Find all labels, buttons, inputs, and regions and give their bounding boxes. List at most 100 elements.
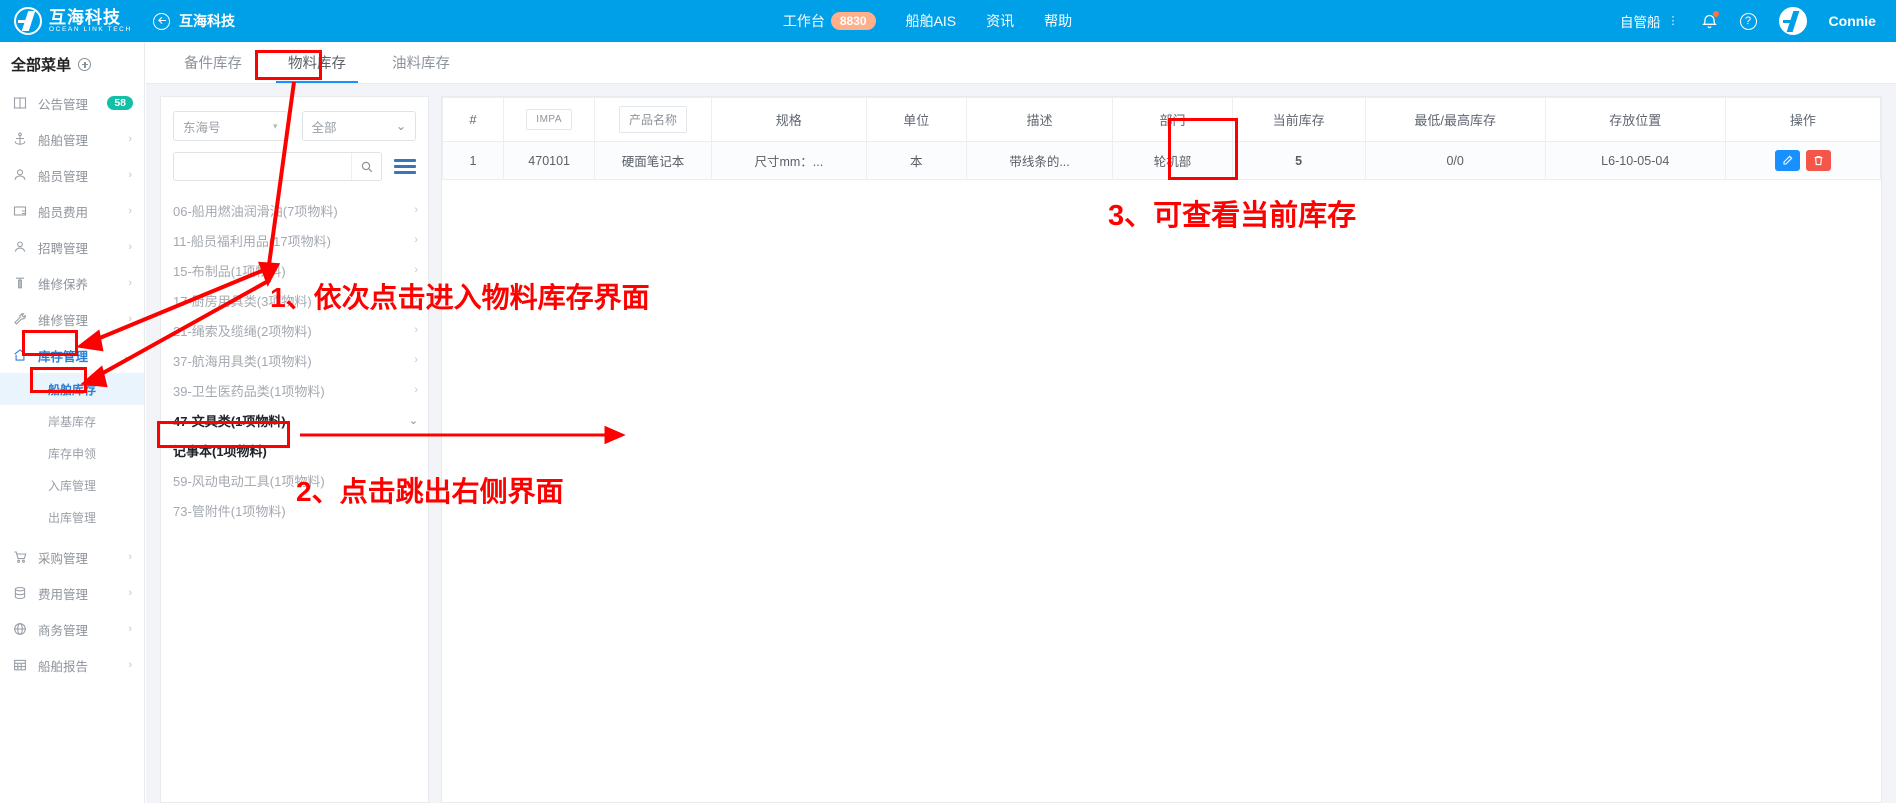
- top-nav-item-ais[interactable]: 船舶AIS: [906, 11, 957, 31]
- chevron-right-icon: ›: [414, 324, 418, 336]
- sidebar-item-shore-inventory[interactable]: 岸基库存: [0, 405, 144, 437]
- chevron-right-icon: ›: [128, 313, 132, 325]
- sidebar-item-repair[interactable]: 维修管理 ›: [0, 301, 144, 337]
- fleet-selector-label: 自管船: [1620, 15, 1661, 30]
- category-row[interactable]: 73-管附件(1项物料): [161, 495, 428, 525]
- username-label: Connie: [1828, 13, 1876, 29]
- sidebar-item-inventory[interactable]: 库存管理 ⌄: [0, 337, 144, 373]
- add-menu-icon[interactable]: [78, 58, 92, 71]
- chevron-down-icon: ⌄: [395, 119, 406, 133]
- vessel-select[interactable]: 东海号 ▾: [173, 111, 288, 141]
- vessel-select-value: 东海号: [183, 120, 221, 135]
- cell-description: 带线条的...: [965, 141, 1114, 180]
- category-row[interactable]: 15-布制品(1项物料) ›: [161, 255, 428, 285]
- sidebar-item-outbound[interactable]: 出库管理: [0, 501, 144, 533]
- fleet-selector[interactable]: 自管船 ⋮: [1620, 11, 1679, 31]
- sidebar-item-crew[interactable]: 船员管理 ›: [0, 157, 144, 193]
- column-header-actions: 操作: [1724, 97, 1882, 142]
- category-row[interactable]: 11-船员福利用品(17项物料) ›: [161, 225, 428, 255]
- column-header-spec: 规格: [710, 97, 867, 142]
- chevron-right-icon: ›: [414, 234, 418, 246]
- top-nav-item-news[interactable]: 资讯: [986, 11, 1014, 31]
- sidebar-title: 全部菜单: [0, 42, 144, 85]
- announcement-badge: 58: [107, 96, 133, 110]
- back-arrow-icon[interactable]: [153, 12, 170, 30]
- tab-spare-parts-inventory[interactable]: 备件库存: [172, 52, 254, 83]
- chevron-down-icon: ▾: [272, 120, 278, 131]
- category-row[interactable]: 21-绳索及缆绳(2项物料) ›: [161, 315, 428, 345]
- category-label: 59-风动电动工具(1项物料): [173, 473, 325, 489]
- sidebar-item-purchase[interactable]: 采购管理 ›: [0, 539, 144, 575]
- submenu-label: 出库管理: [47, 510, 96, 525]
- column-header-department: 部门: [1112, 97, 1233, 142]
- category-row[interactable]: 59-风动电动工具(1项物料): [161, 465, 428, 495]
- column-header-product-name-label[interactable]: 产品名称: [619, 106, 688, 133]
- sidebar-item-vessel-inventory[interactable]: 船舶库存: [0, 373, 144, 405]
- department-select[interactable]: 全部 ⌄: [301, 111, 416, 141]
- sidebar-item-crew-cost[interactable]: 船员费用 ›: [0, 193, 144, 229]
- sidebar-item-label: 船舶报告: [38, 659, 89, 674]
- top-nav-item-help[interactable]: 帮助: [1044, 11, 1072, 31]
- column-header-impa-label[interactable]: IMPA: [526, 109, 573, 130]
- category-row-child-selected[interactable]: 记事本(1项物料): [161, 435, 428, 465]
- category-label: 39-卫生医药品类(1项物料): [173, 383, 325, 399]
- sidebar-item-vessel[interactable]: 船舶管理 ›: [0, 121, 144, 157]
- cell-current-stock[interactable]: 5: [1231, 141, 1366, 180]
- tab-fuel-inventory[interactable]: 油料库存: [380, 52, 462, 83]
- sidebar-item-label: 库存管理: [38, 349, 89, 364]
- category-label: 15-布制品(1项物料): [173, 263, 286, 279]
- sidebar-item-inventory-request[interactable]: 库存申领: [0, 437, 144, 469]
- sidebar-item-business[interactable]: 商务管理 ›: [0, 611, 144, 647]
- search-button[interactable]: [351, 153, 381, 180]
- sidebar-item-inbound[interactable]: 入库管理: [0, 469, 144, 501]
- top-bar: 互海科技 OCEAN LINK TECH 互海科技 工作台 8830 船舶AIS…: [0, 0, 1896, 42]
- chevron-right-icon: ›: [128, 551, 132, 563]
- category-label: 17-厨房用具类(3项物料): [173, 293, 312, 309]
- help-circle-icon[interactable]: ?: [1739, 12, 1757, 30]
- cart-icon: [12, 550, 27, 565]
- category-row[interactable]: 39-卫生医药品类(1项物料) ›: [161, 375, 428, 405]
- category-label: 37-航海用具类(1项物料): [173, 353, 312, 369]
- sidebar-item-label: 商务管理: [38, 623, 89, 638]
- category-row[interactable]: 37-航海用具类(1项物料) ›: [161, 345, 428, 375]
- brand-text: 互海科技 OCEAN LINK TECH: [49, 8, 132, 34]
- search-input[interactable]: [174, 153, 351, 180]
- chevron-right-icon: ›: [128, 277, 132, 289]
- recruit-icon: [12, 240, 27, 255]
- search-row: [161, 141, 428, 181]
- sidebar-item-label: 维修保养: [38, 277, 89, 292]
- cell-unit: 本: [865, 141, 967, 180]
- tab-material-inventory[interactable]: 物料库存: [276, 52, 358, 83]
- sidebar-item-label: 公告管理: [38, 97, 89, 112]
- column-header-unit: 单位: [865, 97, 967, 142]
- inventory-table-panel: # IMPA 产品名称 规格 单位 描述 部门 当前库存 最低/最高库存 存放位…: [441, 96, 1882, 803]
- delete-icon[interactable]: [1805, 150, 1831, 171]
- back-navigation[interactable]: 互海科技: [153, 11, 235, 31]
- category-row[interactable]: 17-厨房用具类(3项物料) ›: [161, 285, 428, 315]
- category-row[interactable]: 06-船用燃油润滑油(7项物料) ›: [161, 195, 428, 225]
- chevron-right-icon: ›: [414, 204, 418, 216]
- top-nav-item-workbench[interactable]: 工作台 8830: [783, 11, 876, 31]
- sidebar-item-label: 船员管理: [38, 169, 89, 184]
- brand-logo-area[interactable]: 互海科技 OCEAN LINK TECH: [0, 7, 145, 35]
- notification-dot: [1712, 11, 1719, 17]
- category-label: 47-文具类(1项物料): [173, 413, 286, 429]
- sidebar-item-maintenance-upkeep[interactable]: 维修保养 ›: [0, 265, 144, 301]
- sidebar-item-expense[interactable]: 费用管理 ›: [0, 575, 144, 611]
- sidebar-item-announcement[interactable]: 公告管理 58: [0, 85, 144, 121]
- chevron-down-icon: ⌄: [122, 349, 132, 362]
- submenu-label: 库存申领: [47, 446, 96, 461]
- department-select-value: 全部: [311, 120, 337, 135]
- category-row-expanded[interactable]: 47-文具类(1项物料) ⌄: [161, 405, 428, 435]
- table-row[interactable]: 1 470101 硬面笔记本 尺寸mm：... 本 带线条的... 轮机部 5 …: [442, 141, 1882, 180]
- column-header-product-name: 产品名称: [594, 97, 712, 142]
- search-field-wrap[interactable]: [173, 152, 382, 181]
- bell-icon[interactable]: [1701, 11, 1719, 30]
- column-header-min-max-stock: 最低/最高库存: [1364, 97, 1546, 142]
- sidebar-item-recruit[interactable]: 招聘管理 ›: [0, 229, 144, 265]
- category-list: 06-船用燃油润滑油(7项物料) › 11-船员福利用品(17项物料) › 15…: [161, 195, 428, 802]
- sidebar-item-vessel-report[interactable]: 船舶报告 ›: [0, 647, 144, 683]
- avatar[interactable]: [1778, 7, 1807, 35]
- edit-icon[interactable]: [1774, 150, 1800, 171]
- list-menu-icon[interactable]: [394, 155, 416, 177]
